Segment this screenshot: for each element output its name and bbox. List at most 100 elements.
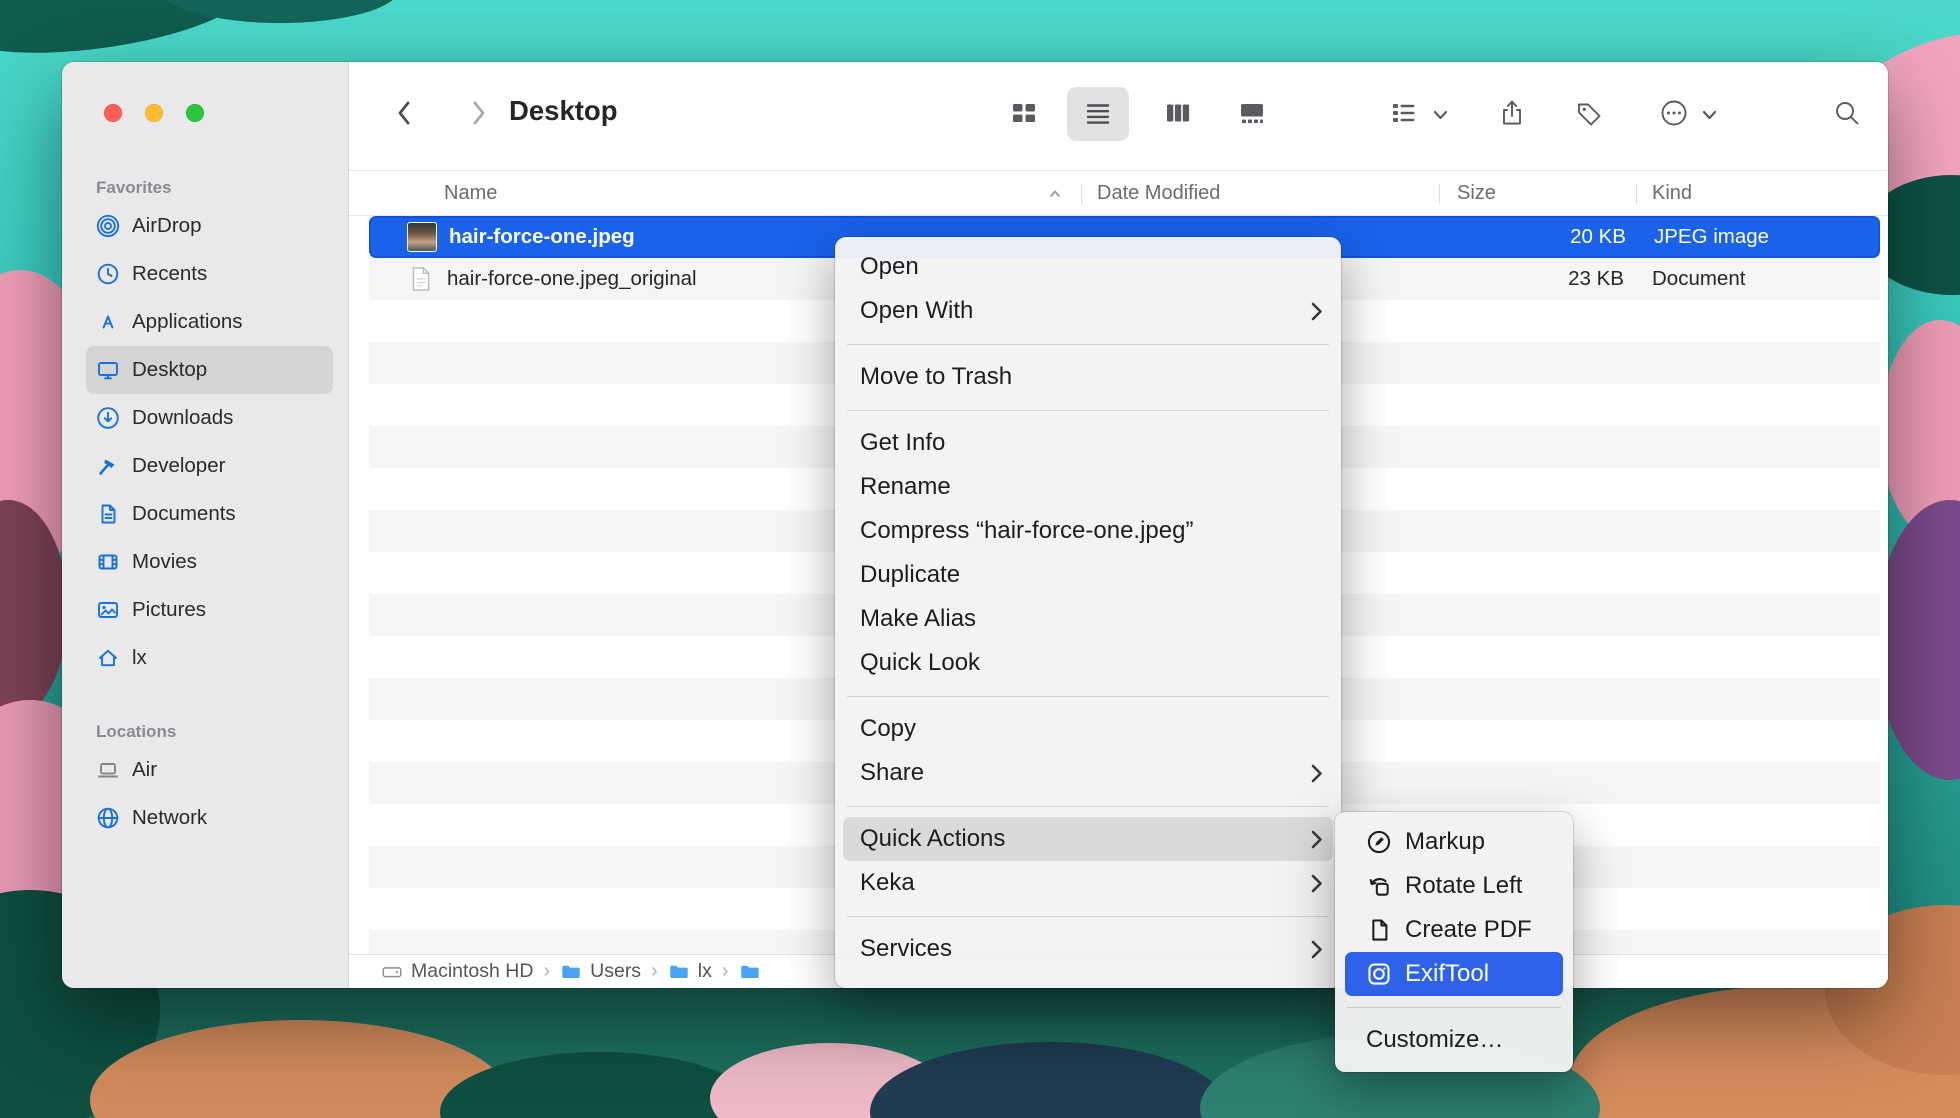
sidebar-item-lx[interactable]: lx (86, 634, 333, 682)
path-item-lx[interactable]: lx (668, 960, 712, 983)
menu-item-label: Quick Look (860, 649, 980, 677)
column-header-size[interactable]: Size (1457, 182, 1496, 205)
submenu-item-label: Rotate Left (1405, 872, 1522, 900)
group-icon (1389, 98, 1419, 128)
submenu-arrow-icon (1310, 873, 1323, 894)
menu-item-compress[interactable]: Compress “hair-force-one.jpeg” (835, 509, 1341, 553)
toolbar: Desktop (349, 62, 1888, 170)
menu-item-quick-look[interactable]: Quick Look (835, 641, 1341, 685)
list-view-button[interactable] (1083, 98, 1113, 128)
quick-actions-submenu: Markup Rotate Left Create PDF ExifTool C… (1335, 812, 1573, 1072)
hammer-icon (96, 454, 120, 478)
share-button[interactable] (1497, 98, 1527, 128)
menu-item-rename[interactable]: Rename (835, 465, 1341, 509)
menu-item-get-info[interactable]: Get Info (835, 421, 1341, 465)
locations-header: Locations (96, 716, 348, 742)
document-icon (96, 502, 120, 526)
menu-item-open-with[interactable]: Open With (835, 289, 1341, 333)
gallery-view-button[interactable] (1237, 98, 1267, 128)
submenu-item-label: Create PDF (1405, 916, 1532, 944)
zoom-button[interactable] (186, 104, 204, 122)
menu-separator (1335, 996, 1573, 1018)
menu-item-duplicate[interactable]: Duplicate (835, 553, 1341, 597)
globe-icon (96, 806, 120, 830)
list-column-headers: Name Date Modified Size Kind (349, 170, 1888, 216)
disk-icon (381, 961, 403, 983)
menu-item-open[interactable]: Open (835, 245, 1341, 289)
sidebar-item-recents[interactable]: Recents (86, 250, 333, 298)
sort-ascending-icon (1049, 189, 1061, 198)
column-divider[interactable] (1439, 184, 1440, 204)
sidebar-item-downloads[interactable]: Downloads (86, 394, 333, 442)
column-header-kind[interactable]: Kind (1652, 182, 1692, 205)
back-button[interactable] (390, 98, 420, 128)
column-header-date-modified[interactable]: Date Modified (1097, 182, 1220, 205)
sidebar-item-air[interactable]: Air (86, 746, 333, 794)
sidebar-item-label: Downloads (132, 406, 233, 430)
menu-item-label: Get Info (860, 429, 945, 457)
menu-item-label: Quick Actions (860, 825, 1005, 853)
menu-item-share[interactable]: Share (835, 751, 1341, 795)
sidebar-item-developer[interactable]: Developer (86, 442, 333, 490)
menu-item-copy[interactable]: Copy (835, 707, 1341, 751)
submenu-item-label: ExifTool (1405, 960, 1489, 988)
menu-item-label: Move to Trash (860, 363, 1012, 391)
path-item-macintosh-hd[interactable]: Macintosh HD (381, 960, 533, 983)
menu-item-label: Open With (860, 297, 973, 325)
sidebar-item-label: Developer (132, 454, 225, 478)
sidebar-item-applications[interactable]: Applications (86, 298, 333, 346)
pdf-document-icon (1366, 917, 1392, 943)
submenu-item-rotate-left[interactable]: Rotate Left (1335, 864, 1573, 908)
menu-item-make-alias[interactable]: Make Alias (835, 597, 1341, 641)
menu-item-quick-actions[interactable]: Quick Actions (843, 817, 1333, 861)
menu-item-move-to-trash[interactable]: Move to Trash (835, 355, 1341, 399)
chevron-left-icon (400, 103, 408, 123)
menu-item-keka[interactable]: Keka (835, 861, 1341, 905)
photo-icon (96, 598, 120, 622)
chevron-down-icon (1435, 112, 1446, 118)
group-button[interactable] (1389, 98, 1419, 128)
menu-item-label: Duplicate (860, 561, 960, 589)
search-button[interactable] (1832, 98, 1862, 128)
sidebar-item-label: Recents (132, 262, 207, 286)
menu-item-services[interactable]: Services (835, 927, 1341, 971)
more-button[interactable] (1659, 98, 1689, 128)
path-item-partial[interactable] (739, 961, 769, 983)
sidebar-item-desktop[interactable]: Desktop (86, 346, 333, 394)
forward-button[interactable] (463, 98, 493, 128)
airdrop-icon (96, 214, 120, 238)
submenu-item-label: Customize… (1366, 1026, 1503, 1054)
submenu-item-customize[interactable]: Customize… (1335, 1018, 1573, 1062)
sidebar-item-airdrop[interactable]: AirDrop (86, 202, 333, 250)
tag-button[interactable] (1574, 98, 1604, 128)
sidebar-item-pictures[interactable]: Pictures (86, 586, 333, 634)
submenu-arrow-icon (1310, 763, 1323, 784)
menu-item-label: Make Alias (860, 605, 976, 633)
menu-separator (835, 795, 1341, 817)
sidebar-item-network[interactable]: Network (86, 794, 333, 842)
column-header-name[interactable]: Name (444, 182, 497, 205)
group-chevron[interactable] (1432, 108, 1449, 120)
clock-icon (96, 262, 120, 286)
close-button[interactable] (104, 104, 122, 122)
columns-view-button[interactable] (1163, 98, 1193, 128)
sidebar-item-documents[interactable]: Documents (86, 490, 333, 538)
laptop-icon (96, 758, 120, 782)
submenu-item-exiftool[interactable]: ExifTool (1345, 952, 1563, 996)
grid-view-icon (1009, 98, 1039, 128)
submenu-item-markup[interactable]: Markup (1335, 820, 1573, 864)
submenu-item-create-pdf[interactable]: Create PDF (1335, 908, 1573, 952)
file-name: hair-force-one.jpeg (449, 225, 635, 249)
columns-view-icon (1163, 98, 1193, 128)
markup-pen-icon (1366, 829, 1392, 855)
sidebar-item-label: Movies (132, 550, 197, 574)
menu-separator (835, 333, 1341, 355)
minimize-button[interactable] (145, 104, 163, 122)
path-item-users[interactable]: Users (560, 960, 641, 983)
column-divider[interactable] (1636, 184, 1637, 204)
more-chevron[interactable] (1701, 108, 1718, 120)
menu-item-label: Compress “hair-force-one.jpeg” (860, 517, 1193, 545)
grid-view-button[interactable] (1009, 98, 1039, 128)
column-divider[interactable] (1081, 184, 1082, 204)
sidebar-item-movies[interactable]: Movies (86, 538, 333, 586)
